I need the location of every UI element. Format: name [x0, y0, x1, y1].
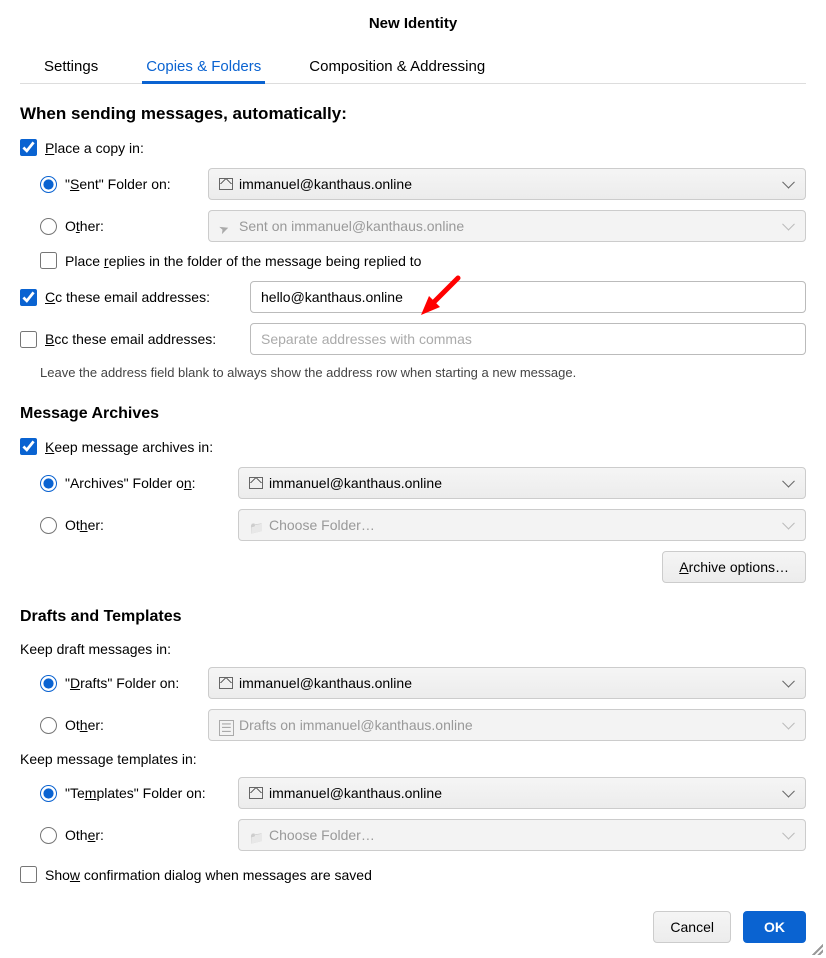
templates-other-radio[interactable]: [40, 827, 57, 844]
mail-icon: [249, 787, 263, 799]
bcc-label[interactable]: Bcc these email addresses:: [45, 331, 216, 347]
cc-input[interactable]: [250, 281, 806, 313]
folder-icon: [249, 519, 263, 531]
section-archives-heading: Message Archives: [20, 405, 806, 423]
cc-label[interactable]: Cc these email addresses:: [45, 289, 210, 305]
section-drafts-heading: Drafts and Templates: [20, 608, 806, 626]
sent-account-value: immanuel@kanthaus.online: [239, 176, 412, 192]
cancel-button[interactable]: Cancel: [653, 911, 731, 943]
drafts-other-value: Drafts on immanuel@kanthaus.online: [239, 717, 473, 733]
templates-other-label[interactable]: Other:: [65, 827, 104, 843]
bcc-input[interactable]: [250, 323, 806, 355]
mail-icon: [249, 477, 263, 489]
templates-other-value: Choose Folder…: [269, 827, 375, 843]
archives-folder-label[interactable]: "Archives" Folder on:: [65, 475, 196, 491]
keep-templates-label: Keep message templates in:: [20, 751, 806, 767]
dialog-footer: Cancel OK: [20, 896, 806, 943]
drafts-icon: [219, 719, 233, 731]
templates-folder-radio[interactable]: [40, 785, 57, 802]
tab-copies-folders[interactable]: Copies & Folders: [142, 52, 265, 84]
mail-icon: [219, 178, 233, 190]
archives-account-dropdown[interactable]: immanuel@kanthaus.online: [238, 467, 806, 499]
drafts-account-value: immanuel@kanthaus.online: [239, 675, 412, 691]
resize-grip-icon[interactable]: [809, 941, 823, 955]
address-hint: Leave the address field blank to always …: [40, 365, 806, 380]
show-confirm-label[interactable]: Show confirmation dialog when messages a…: [45, 867, 372, 883]
section-sending-heading: When sending messages, automatically:: [20, 104, 806, 124]
dialog-title: New Identity: [20, 15, 806, 32]
place-replies-label[interactable]: Place replies in the folder of the messa…: [65, 253, 421, 269]
cc-checkbox[interactable]: [20, 289, 37, 306]
tabbar: Settings Copies & Folders Composition & …: [20, 52, 806, 84]
identity-dialog: New Identity Settings Copies & Folders C…: [0, 0, 826, 958]
sent-folder-radio[interactable]: [40, 176, 57, 193]
place-replies-checkbox[interactable]: [40, 252, 57, 269]
archive-options-button[interactable]: Archive options…: [662, 551, 806, 583]
dialog-content: When sending messages, automatically: Pl…: [20, 84, 806, 896]
sent-other-value: Sent on immanuel@kanthaus.online: [239, 218, 464, 234]
sent-account-dropdown[interactable]: immanuel@kanthaus.online: [208, 168, 806, 200]
archives-other-dropdown[interactable]: Choose Folder…: [238, 509, 806, 541]
send-icon: [219, 220, 233, 232]
drafts-folder-label[interactable]: "Drafts" Folder on:: [65, 675, 179, 691]
keep-archives-label[interactable]: Keep message archives in:: [45, 439, 213, 455]
place-copy-label[interactable]: Place a copy in:: [45, 140, 144, 156]
keep-archives-checkbox[interactable]: [20, 438, 37, 455]
drafts-other-label[interactable]: Other:: [65, 717, 104, 733]
folder-icon: [249, 829, 263, 841]
sent-folder-label[interactable]: "Sent" Folder on:: [65, 176, 171, 192]
drafts-folder-radio[interactable]: [40, 675, 57, 692]
archives-other-label[interactable]: Other:: [65, 517, 104, 533]
templates-folder-label[interactable]: "Templates" Folder on:: [65, 785, 206, 801]
archives-other-radio[interactable]: [40, 517, 57, 534]
tab-composition[interactable]: Composition & Addressing: [305, 52, 489, 84]
drafts-other-radio[interactable]: [40, 717, 57, 734]
tab-settings[interactable]: Settings: [40, 52, 102, 84]
keep-drafts-label: Keep draft messages in:: [20, 641, 806, 657]
place-copy-checkbox[interactable]: [20, 139, 37, 156]
archives-folder-radio[interactable]: [40, 475, 57, 492]
templates-account-dropdown[interactable]: immanuel@kanthaus.online: [238, 777, 806, 809]
archives-other-value: Choose Folder…: [269, 517, 375, 533]
sent-other-dropdown[interactable]: Sent on immanuel@kanthaus.online: [208, 210, 806, 242]
show-confirm-checkbox[interactable]: [20, 866, 37, 883]
ok-button[interactable]: OK: [743, 911, 806, 943]
templates-other-dropdown[interactable]: Choose Folder…: [238, 819, 806, 851]
templates-account-value: immanuel@kanthaus.online: [269, 785, 442, 801]
mail-icon: [219, 677, 233, 689]
sent-other-radio[interactable]: [40, 218, 57, 235]
drafts-account-dropdown[interactable]: immanuel@kanthaus.online: [208, 667, 806, 699]
drafts-other-dropdown[interactable]: Drafts on immanuel@kanthaus.online: [208, 709, 806, 741]
sent-other-label[interactable]: Other:: [65, 218, 104, 234]
bcc-checkbox[interactable]: [20, 331, 37, 348]
archives-account-value: immanuel@kanthaus.online: [269, 475, 442, 491]
